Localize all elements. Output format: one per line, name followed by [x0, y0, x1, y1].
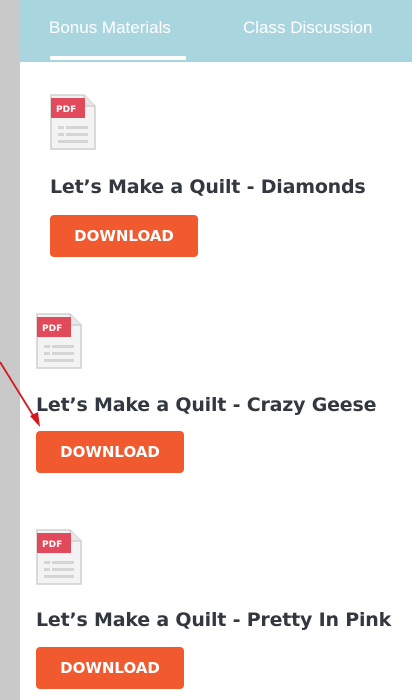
item-title: Let’s Make a Quilt - Crazy Geese	[36, 394, 377, 416]
active-tab-indicator	[50, 56, 186, 60]
annotation-arrow-icon	[0, 361, 40, 427]
tab-class-discussion[interactable]: Class Discussion	[243, 18, 372, 38]
tab-bar: Bonus Materials Class Discussion	[20, 0, 412, 62]
pdf-file-icon: PDF	[50, 94, 96, 150]
item-title: Let’s Make a Quilt - Pretty In Pink	[36, 609, 392, 631]
download-button[interactable]: DOWNLOAD	[36, 647, 184, 689]
svg-text:PDF: PDF	[56, 105, 76, 115]
download-button[interactable]: DOWNLOAD	[36, 431, 184, 473]
svg-text:PDF: PDF	[42, 540, 62, 550]
pdf-file-icon: PDF	[36, 529, 82, 585]
item-title: Let’s Make a Quilt - Diamonds	[50, 176, 366, 198]
svg-text:PDF: PDF	[42, 324, 62, 334]
tab-bonus-materials[interactable]: Bonus Materials	[49, 18, 171, 38]
download-button[interactable]: DOWNLOAD	[50, 215, 198, 257]
